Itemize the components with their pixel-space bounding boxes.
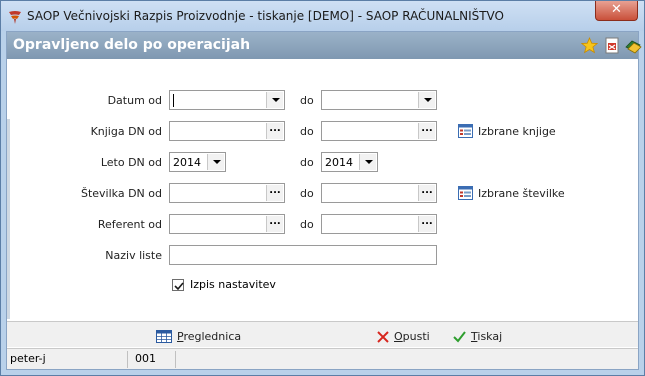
knjiga-do-label: do [300, 125, 314, 138]
izpis-nastavitev-checkbox[interactable] [172, 278, 184, 291]
table-icon [156, 330, 172, 343]
dropdown-arrow-icon[interactable] [207, 154, 224, 170]
ellipsis-icon[interactable]: ... [266, 185, 283, 201]
title-bar[interactable]: SAOP Večnivojski Razpis Proizvodnje - ti… [1, 1, 644, 31]
status-user: peter-j [7, 351, 128, 368]
referent-label: Referent od [97, 218, 162, 231]
izbrane-knjige-button[interactable]: Izbrane knjige [458, 124, 556, 138]
checkmark-icon [453, 330, 466, 343]
datum-to-field[interactable] [321, 90, 437, 110]
datum-from-field[interactable] [169, 90, 285, 110]
status-bar: peter-j 001 [7, 348, 638, 369]
referent-to-field[interactable]: ... [321, 214, 437, 234]
status-code: 001 [132, 351, 176, 368]
stevilka-from-field[interactable]: ... [169, 183, 285, 203]
checkmark-icon [174, 281, 184, 290]
izpis-nastavitev-label: Izpis nastavitev [190, 278, 276, 291]
ellipsis-icon[interactable]: ... [418, 123, 435, 139]
dropdown-arrow-icon[interactable] [418, 92, 435, 108]
client-area: Opravljeno delo po operacijah Datum od d… [6, 31, 642, 370]
leto-do-label: do [300, 156, 314, 169]
datum-do-label: do [300, 94, 314, 107]
referent-do-label: do [300, 218, 314, 231]
pdf-icon[interactable] [604, 37, 621, 54]
filter-form: Datum od do Knjiga DN od ... do ... Izbr… [7, 59, 638, 321]
ellipsis-icon[interactable]: ... [418, 185, 435, 201]
tiskaj-button[interactable]: Tiskaj [453, 330, 502, 343]
cancel-x-icon [377, 330, 389, 343]
page-title: Opravljeno delo po operacijah [13, 37, 251, 53]
window-title: SAOP Večnivojski Razpis Proizvodnje - ti… [27, 9, 504, 23]
dropdown-arrow-icon[interactable] [359, 154, 376, 170]
izbrane-knjige-label: Izbrane knjige [478, 124, 556, 138]
naziv-label: Naziv liste [105, 249, 162, 262]
dropdown-arrow-icon[interactable] [266, 92, 283, 108]
opusti-label: Opusti [394, 330, 430, 343]
leto-from-select[interactable]: 2014 [169, 152, 226, 172]
referent-from-field[interactable]: ... [169, 214, 285, 234]
opusti-button[interactable]: Opusti [377, 330, 430, 343]
app-window: SAOP Večnivojski Razpis Proizvodnje - ti… [0, 0, 645, 376]
ellipsis-icon[interactable]: ... [266, 216, 283, 232]
knjiga-label: Knjiga DN od [90, 125, 162, 138]
izpis-nastavitev-checkbox-row[interactable]: Izpis nastavitev [172, 278, 276, 291]
leto-label: Leto DN od [100, 156, 162, 169]
preglednica-button[interactable]: Preglednica [156, 330, 241, 343]
knjiga-from-field[interactable]: ... [169, 121, 285, 141]
list-icon [458, 124, 473, 138]
datum-label: Datum od [107, 94, 162, 107]
leto-to-select[interactable]: 2014 [321, 152, 378, 172]
ellipsis-icon[interactable]: ... [418, 216, 435, 232]
action-bar: Preglednica Opusti Tiskaj [7, 322, 638, 347]
star-icon[interactable] [581, 37, 598, 54]
naziv-liste-input[interactable] [169, 245, 437, 265]
form-header: Opravljeno delo po operacijah [7, 32, 642, 59]
books-icon[interactable] [625, 37, 642, 54]
stevilka-to-field[interactable]: ... [321, 183, 437, 203]
ellipsis-icon[interactable]: ... [266, 123, 283, 139]
text-caret [173, 94, 174, 107]
preglednica-label: Preglednica [177, 330, 242, 343]
knjiga-to-field[interactable]: ... [321, 121, 437, 141]
izbrane-stevilke-label: Izbrane številke [478, 186, 565, 200]
izbrane-stevilke-button[interactable]: Izbrane številke [458, 186, 565, 200]
list-icon [458, 186, 473, 200]
app-logo-icon [9, 11, 21, 24]
tiskaj-label: Tiskaj [471, 330, 503, 343]
stevilka-do-label: do [300, 187, 314, 200]
stevilka-label: Številka DN od [80, 187, 162, 200]
close-button[interactable]: ✕ [595, 1, 638, 21]
